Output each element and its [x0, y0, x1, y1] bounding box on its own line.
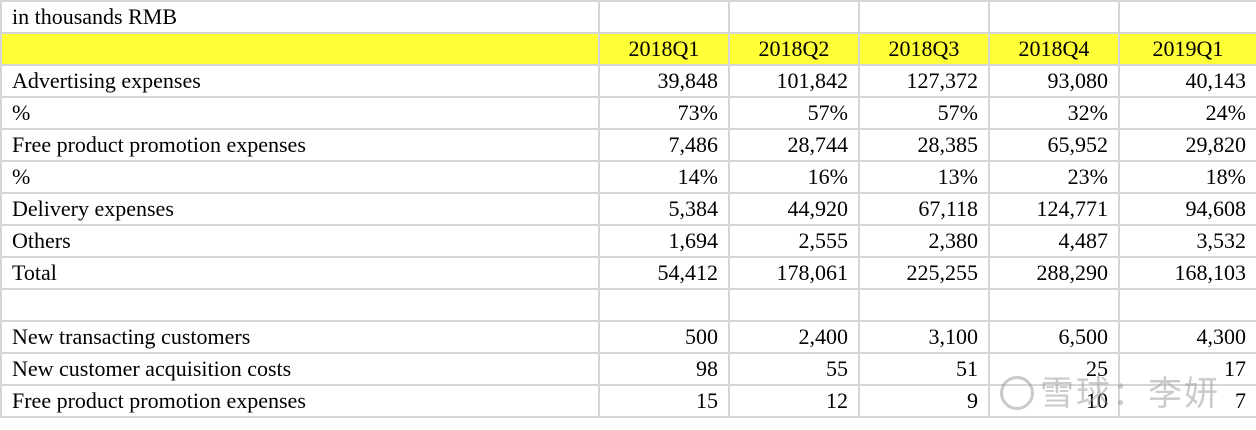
column-header-2018q2[interactable]: 2018Q2 — [729, 33, 860, 66]
value-cell[interactable]: 65,952 — [989, 129, 1120, 162]
value-cell[interactable]: 55 — [729, 353, 860, 386]
value-cell[interactable]: 39,848 — [599, 65, 730, 98]
value-cell[interactable]: 17 — [1119, 353, 1256, 386]
value-cell[interactable]: 67,118 — [859, 193, 990, 226]
row-label[interactable]: New transacting customers — [0, 321, 600, 354]
value-cell[interactable]: 168,103 — [1119, 257, 1256, 290]
column-header-2018q1[interactable]: 2018Q1 — [599, 33, 730, 66]
value-cell[interactable]: 124,771 — [989, 193, 1120, 226]
column-header-2019q1[interactable]: 2019Q1 — [1119, 33, 1256, 66]
empty-cell[interactable] — [1119, 289, 1256, 322]
column-header-2018q3[interactable]: 2018Q3 — [859, 33, 990, 66]
row-label[interactable]: Total — [0, 257, 600, 290]
value-cell[interactable]: 32% — [989, 97, 1120, 130]
value-cell[interactable]: 178,061 — [729, 257, 860, 290]
value-cell[interactable]: 15 — [599, 385, 730, 418]
row-label[interactable]: Advertising expenses — [0, 65, 600, 98]
row-label[interactable]: % — [0, 97, 600, 130]
value-cell[interactable]: 18% — [1119, 161, 1256, 194]
value-cell[interactable]: 57% — [859, 97, 990, 130]
header-row: 2018Q1 2018Q2 2018Q3 2018Q4 2019Q1 — [0, 33, 1256, 66]
table-row: New customer acquisition costs 98 55 51 … — [0, 353, 1256, 386]
value-cell[interactable]: 40,143 — [1119, 65, 1256, 98]
value-cell[interactable]: 2,380 — [859, 225, 990, 258]
table-row: % 14% 16% 13% 23% 18% — [0, 161, 1256, 194]
empty-cell[interactable] — [729, 0, 860, 34]
value-cell[interactable]: 57% — [729, 97, 860, 130]
table-row: % 73% 57% 57% 32% 24% — [0, 97, 1256, 130]
value-cell[interactable]: 54,412 — [599, 257, 730, 290]
row-label[interactable]: Free product promotion expenses — [0, 385, 600, 418]
empty-cell[interactable] — [1119, 0, 1256, 34]
value-cell[interactable]: 44,920 — [729, 193, 860, 226]
value-cell[interactable]: 23% — [989, 161, 1120, 194]
value-cell[interactable]: 3,100 — [859, 321, 990, 354]
row-label[interactable]: Others — [0, 225, 600, 258]
value-cell[interactable]: 6,500 — [989, 321, 1120, 354]
total-row: Total 54,412 178,061 225,255 288,290 168… — [0, 257, 1256, 290]
value-cell[interactable]: 13% — [859, 161, 990, 194]
value-cell[interactable]: 5,384 — [599, 193, 730, 226]
table-row: Free product promotion expenses 7,486 28… — [0, 129, 1256, 162]
value-cell[interactable]: 51 — [859, 353, 990, 386]
value-cell[interactable]: 3,532 — [1119, 225, 1256, 258]
row-label[interactable]: Delivery expenses — [0, 193, 600, 226]
value-cell[interactable]: 12 — [729, 385, 860, 418]
value-cell[interactable]: 4,487 — [989, 225, 1120, 258]
table-row: Others 1,694 2,555 2,380 4,487 3,532 — [0, 225, 1256, 258]
table-row: Delivery expenses 5,384 44,920 67,118 12… — [0, 193, 1256, 226]
value-cell[interactable]: 16% — [729, 161, 860, 194]
value-cell[interactable]: 25 — [989, 353, 1120, 386]
row-label[interactable]: Free product promotion expenses — [0, 129, 600, 162]
value-cell[interactable]: 1,694 — [599, 225, 730, 258]
expense-table: in thousands RMB 2018Q1 2018Q2 2018Q3 20… — [0, 0, 1256, 418]
value-cell[interactable]: 225,255 — [859, 257, 990, 290]
value-cell[interactable]: 94,608 — [1119, 193, 1256, 226]
value-cell[interactable]: 73% — [599, 97, 730, 130]
value-cell[interactable]: 10 — [989, 385, 1120, 418]
header-blank-cell[interactable] — [0, 33, 600, 66]
empty-cell[interactable] — [989, 289, 1120, 322]
unit-row: in thousands RMB — [0, 0, 1256, 34]
spreadsheet: in thousands RMB 2018Q1 2018Q2 2018Q3 20… — [0, 0, 1256, 430]
value-cell[interactable]: 288,290 — [989, 257, 1120, 290]
unit-label-cell[interactable]: in thousands RMB — [0, 0, 600, 34]
value-cell[interactable]: 24% — [1119, 97, 1256, 130]
value-cell[interactable]: 14% — [599, 161, 730, 194]
table-row: Advertising expenses 39,848 101,842 127,… — [0, 65, 1256, 98]
empty-cell[interactable] — [599, 0, 730, 34]
value-cell[interactable]: 4,300 — [1119, 321, 1256, 354]
empty-cell[interactable] — [729, 289, 860, 322]
empty-cell[interactable] — [859, 0, 990, 34]
value-cell[interactable]: 7,486 — [599, 129, 730, 162]
value-cell[interactable]: 500 — [599, 321, 730, 354]
empty-cell[interactable] — [989, 0, 1120, 34]
column-header-2018q4[interactable]: 2018Q4 — [989, 33, 1120, 66]
row-label[interactable]: New customer acquisition costs — [0, 353, 600, 386]
value-cell[interactable]: 98 — [599, 353, 730, 386]
value-cell[interactable]: 29,820 — [1119, 129, 1256, 162]
value-cell[interactable]: 28,385 — [859, 129, 990, 162]
table-row: New transacting customers 500 2,400 3,10… — [0, 321, 1256, 354]
empty-cell[interactable] — [0, 289, 600, 322]
row-label[interactable]: % — [0, 161, 600, 194]
value-cell[interactable]: 127,372 — [859, 65, 990, 98]
value-cell[interactable]: 2,555 — [729, 225, 860, 258]
value-cell[interactable]: 93,080 — [989, 65, 1120, 98]
value-cell[interactable]: 7 — [1119, 385, 1256, 418]
blank-row — [0, 289, 1256, 322]
table-row: Free product promotion expenses 15 12 9 … — [0, 385, 1256, 418]
value-cell[interactable]: 101,842 — [729, 65, 860, 98]
empty-cell[interactable] — [859, 289, 990, 322]
empty-cell[interactable] — [599, 289, 730, 322]
value-cell[interactable]: 28,744 — [729, 129, 860, 162]
value-cell[interactable]: 2,400 — [729, 321, 860, 354]
value-cell[interactable]: 9 — [859, 385, 990, 418]
